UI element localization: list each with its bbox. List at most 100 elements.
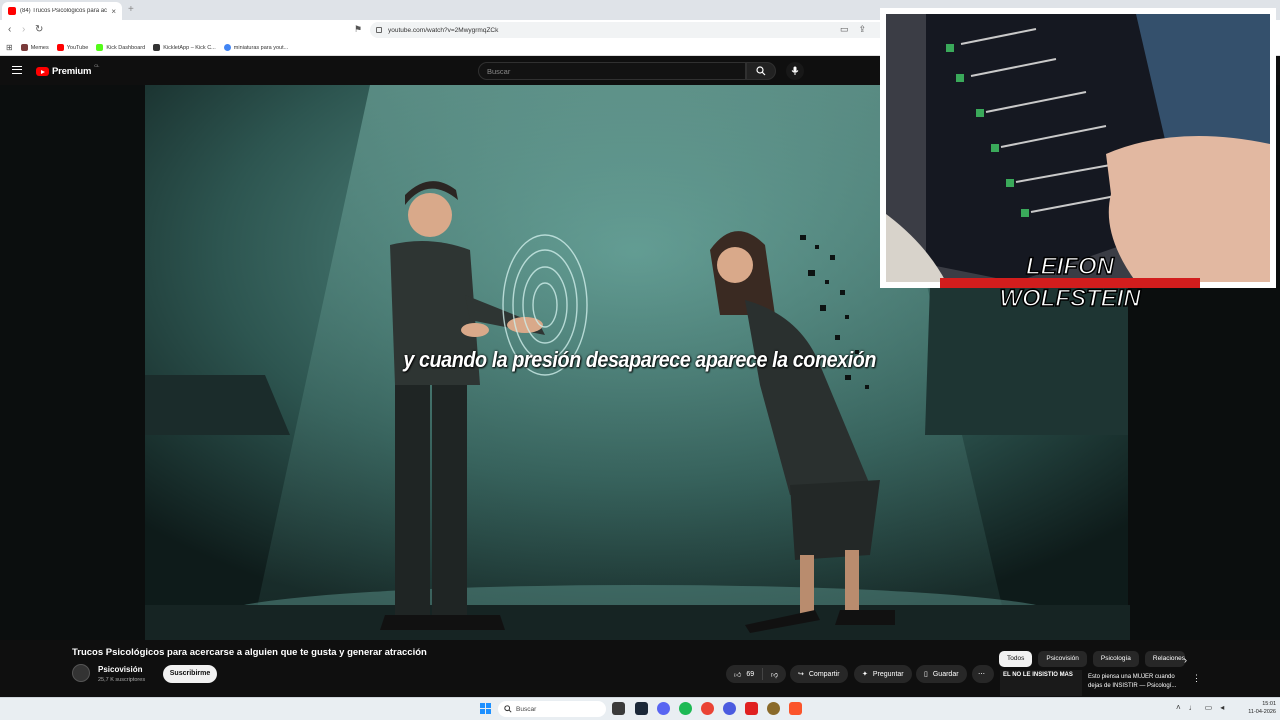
chip-relations[interactable]: Relaciones xyxy=(1144,651,1185,667)
search-icon xyxy=(504,705,512,713)
bookmark-label: KickletApp – Kick C... xyxy=(163,44,216,51)
windows-start-icon[interactable] xyxy=(480,703,491,714)
display-icon[interactable]: ▭ xyxy=(1205,703,1213,712)
more-actions-button[interactable]: ⋯ xyxy=(972,665,994,683)
voice-search-button[interactable] xyxy=(786,62,804,80)
chevron-up-icon[interactable]: ˄ xyxy=(1176,703,1181,712)
app-red-icon[interactable] xyxy=(745,702,758,715)
bookmark-item[interactable]: KickletApp – Kick C... xyxy=(153,44,216,51)
system-tray: ˄ ♩ ▭ ◂ xyxy=(1176,703,1224,712)
microphone-icon xyxy=(791,66,799,75)
like-icon[interactable]: 👍︎ xyxy=(734,670,741,679)
youtube-play-icon xyxy=(36,67,49,76)
bookmark-star-icon[interactable]: ⚑ xyxy=(354,24,362,35)
messenger-icon[interactable] xyxy=(723,702,736,715)
more-vertical-icon[interactable]: ⋮ xyxy=(1192,673,1201,684)
volume-icon[interactable]: ◂ xyxy=(1220,703,1224,712)
share-button[interactable]: ↪ Compartir xyxy=(790,665,848,683)
chrome-icon[interactable] xyxy=(701,702,714,715)
forward-icon[interactable]: › xyxy=(22,24,25,35)
bookmark-label: Memes xyxy=(30,44,49,51)
brave-icon[interactable] xyxy=(789,702,802,715)
ask-button[interactable]: ✦ Preguntar xyxy=(854,665,912,683)
menu-icon[interactable] xyxy=(12,66,22,74)
webcam-feed xyxy=(886,14,1270,282)
youtube-favicon-icon xyxy=(8,7,16,15)
recommendation-filter-chips: Todos Psicovisión Psicología Relaciones xyxy=(999,651,1185,667)
save-label: Guardar xyxy=(932,670,959,678)
windows-taskbar: Buscar ˄ ♩ ▭ ◂ 15:01 11-04-2026 xyxy=(0,697,1280,720)
svg-text:WOLFSTEIN: WOLFSTEIN xyxy=(999,285,1141,312)
bookmark-label: Kick Dashboard xyxy=(106,44,146,51)
recommended-video-thumbnail[interactable]: EL NO LE INSISTIO MAS xyxy=(1000,670,1082,696)
share-page-icon[interactable]: ⇪ xyxy=(859,24,867,35)
chip-psychology[interactable]: Psicología xyxy=(1092,651,1139,667)
discord-icon[interactable] xyxy=(657,702,670,715)
video-caption: y cuando la presión desaparece aparece l… xyxy=(403,347,877,372)
sparkle-icon: ✦ xyxy=(862,671,868,678)
taskbar-clock[interactable]: 15:01 11-04-2026 xyxy=(1236,700,1276,716)
spotify-icon[interactable] xyxy=(679,702,692,715)
svg-text:LEIFON: LEIFON xyxy=(1026,253,1115,280)
save-button[interactable]: ▯ Guardar xyxy=(916,665,967,683)
subscribe-button[interactable]: Suscribirme xyxy=(163,665,217,683)
search-button[interactable] xyxy=(746,62,776,80)
site-info-icon[interactable] xyxy=(376,27,382,33)
back-icon[interactable]: ‹ xyxy=(8,24,11,35)
app-gold-icon[interactable] xyxy=(767,702,780,715)
share-icon: ↪ xyxy=(798,671,804,678)
country-code: CL xyxy=(94,63,100,68)
new-tab-button[interactable]: + xyxy=(128,4,134,15)
search-icon xyxy=(756,66,766,76)
share-label: Compartir xyxy=(808,670,840,678)
bookmark-label: miniaturas para yout... xyxy=(233,44,289,51)
kicklet-icon xyxy=(153,44,161,51)
install-app-icon[interactable]: ▭ xyxy=(840,24,849,35)
search-input[interactable]: Buscar xyxy=(478,62,746,80)
search-placeholder: Buscar xyxy=(487,66,511,76)
bookmark-item[interactable]: YouTube xyxy=(56,44,89,51)
chip-all[interactable]: Todos xyxy=(999,651,1033,667)
like-dislike-group: 👍︎ 69 👎︎ xyxy=(726,665,786,683)
tab-title: (84) Trucos Psicológicos para ac xyxy=(20,8,108,14)
dislike-icon[interactable]: 👎︎ xyxy=(771,670,778,679)
bookmark-item[interactable]: Kick Dashboard xyxy=(96,44,145,51)
youtube-icon xyxy=(56,44,64,51)
clock-date: 11-04-2026 xyxy=(1248,709,1276,715)
channel-name[interactable]: Psicovisión xyxy=(98,665,142,674)
chevron-right-icon[interactable]: › xyxy=(1184,655,1187,665)
leifon-wolfstein-logo: LEIFON WOLFSTEIN xyxy=(940,252,1200,313)
task-view-icon[interactable] xyxy=(612,702,625,715)
divider xyxy=(762,668,763,680)
thumbnail-text: EL NO LE INSISTIO MAS xyxy=(1003,672,1073,678)
logo-text: Premium xyxy=(52,66,92,77)
ask-label: Preguntar xyxy=(872,670,904,678)
chip-channel[interactable]: Psicovisión xyxy=(1038,651,1087,667)
bookmark-item[interactable]: miniaturas para yout... xyxy=(223,44,289,51)
channel-avatar[interactable] xyxy=(72,664,90,682)
browser-tab-active[interactable]: (84) Trucos Psicológicos para ac × xyxy=(2,2,122,20)
recommended-video-title[interactable]: Esto piensa una MUJER cuando dejas de IN… xyxy=(1088,673,1188,691)
google-icon xyxy=(223,44,231,51)
webcam-overlay xyxy=(880,8,1276,288)
bookmark-label: YouTube xyxy=(66,44,89,51)
more-horizontal-icon: ⋯ xyxy=(978,671,985,678)
clock-time: 15:01 xyxy=(1262,701,1276,707)
like-count[interactable]: 69 xyxy=(746,671,754,678)
kick-icon xyxy=(96,44,104,51)
bookmark-icon xyxy=(20,44,28,51)
bookmark-item[interactable]: Memes xyxy=(20,44,49,51)
youtube-premium-logo[interactable]: Premium CL xyxy=(36,63,100,77)
url-field[interactable]: youtube.com/watch?v=2MwygrmqZCk xyxy=(370,22,890,38)
tab-close-icon[interactable]: × xyxy=(111,7,116,16)
steam-icon[interactable] xyxy=(635,702,648,715)
taskbar-search[interactable]: Buscar xyxy=(498,701,606,717)
taskbar-search-placeholder: Buscar xyxy=(516,705,537,713)
reload-icon[interactable]: ↻ xyxy=(35,24,43,35)
bookmark-icon: ▯ xyxy=(924,671,928,678)
subscriber-count: 25,7 K suscriptores xyxy=(98,677,146,683)
microphone-icon[interactable]: ♩ xyxy=(1189,703,1197,712)
url-text: youtube.com/watch?v=2MwygrmqZCk xyxy=(388,26,499,34)
video-title: Trucos Psicológicos para acercarse a alg… xyxy=(72,647,427,658)
apps-grid-icon[interactable]: ⊞ xyxy=(6,43,13,52)
